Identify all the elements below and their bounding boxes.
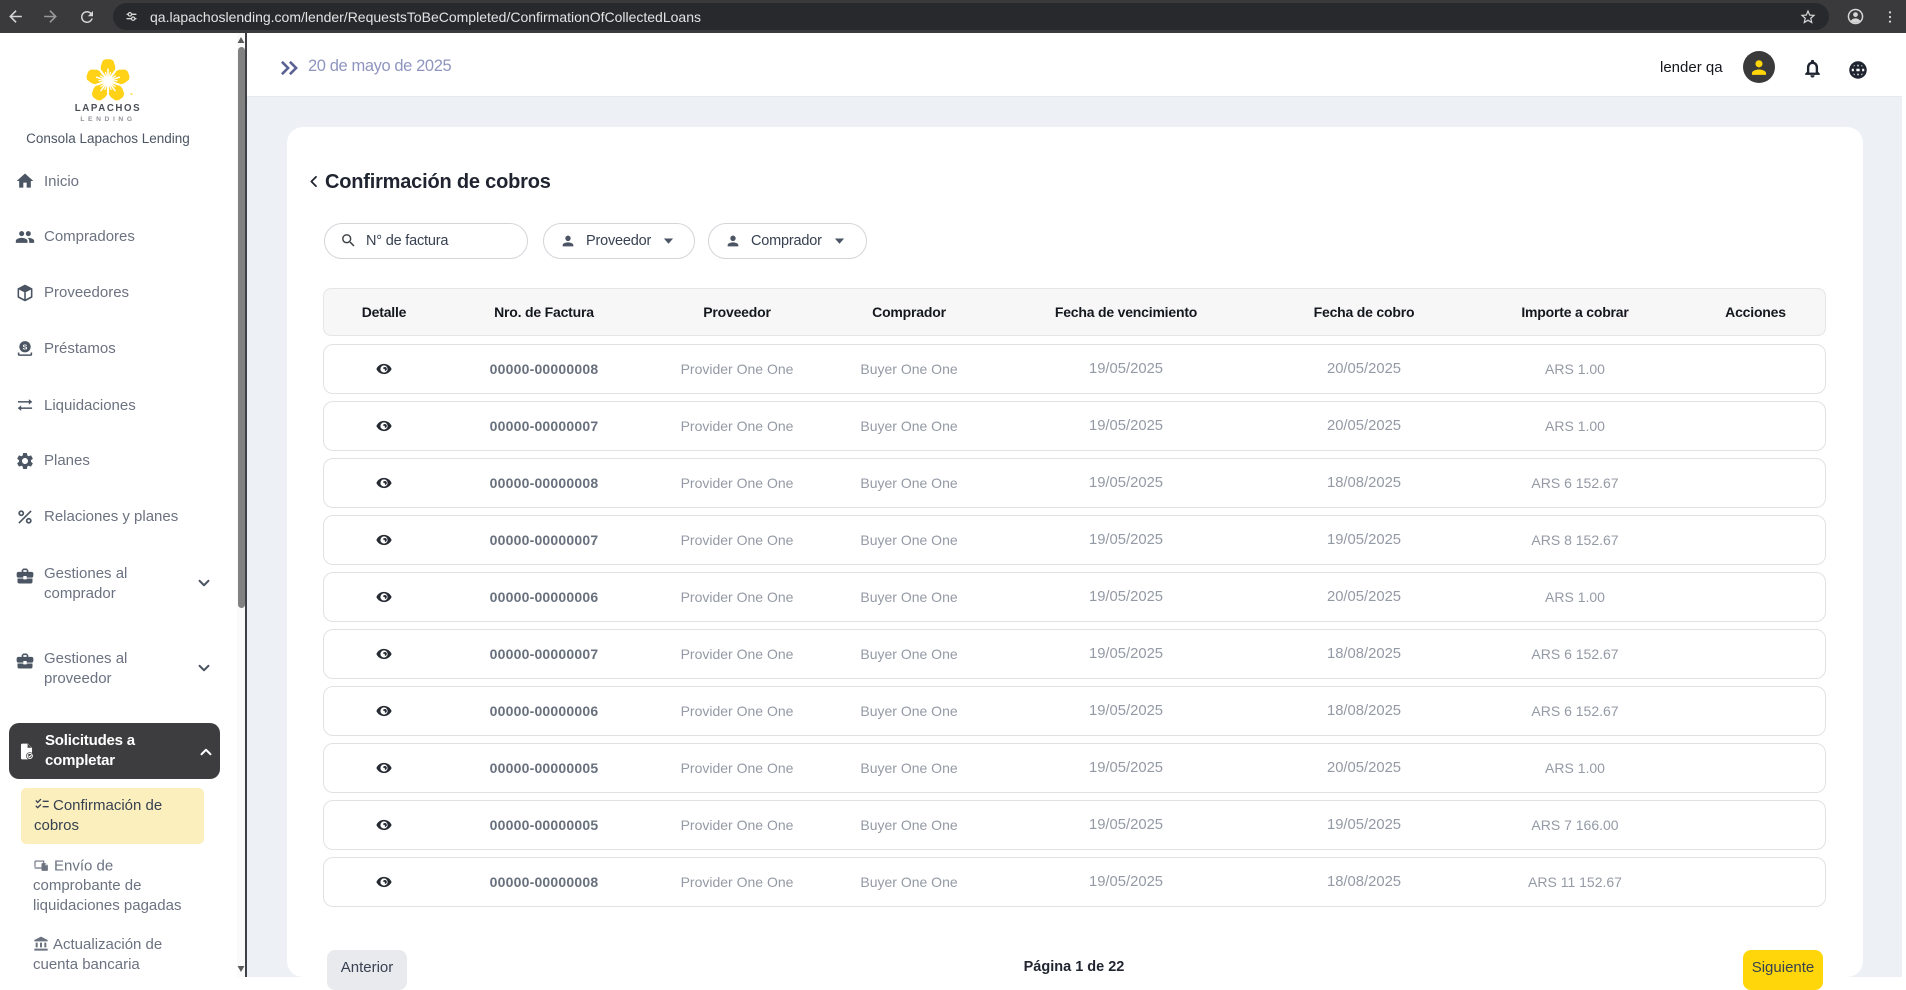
svg-text:S: S	[22, 342, 27, 351]
